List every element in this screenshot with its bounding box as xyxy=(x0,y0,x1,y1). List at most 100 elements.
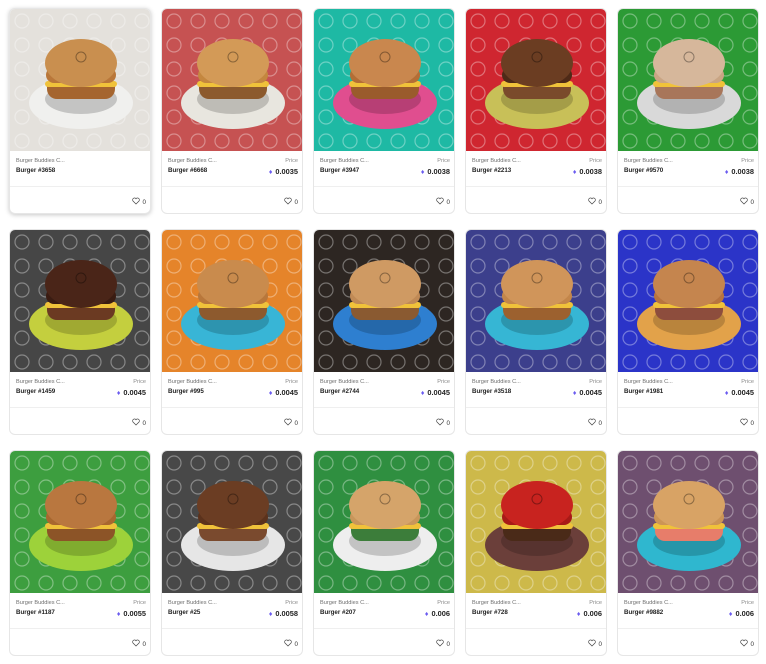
burger-image[interactable] xyxy=(314,230,454,372)
nft-card[interactable]: Burger Buddies C... Burger #1459 Price ♦… xyxy=(9,229,151,435)
price-amount: 0.0045 xyxy=(579,388,602,397)
burger-image[interactable] xyxy=(466,9,606,151)
heart-icon[interactable] xyxy=(283,639,292,649)
heart-icon[interactable] xyxy=(739,418,748,428)
like-count: 0 xyxy=(294,640,298,648)
heart-icon[interactable] xyxy=(131,197,140,207)
like-button[interactable]: 0 xyxy=(283,197,298,207)
price-label: Price xyxy=(133,600,146,606)
burger-image[interactable] xyxy=(162,451,302,593)
like-button[interactable]: 0 xyxy=(283,639,298,649)
nft-card[interactable]: Burger Buddies C... Burger #6668 Price ♦… xyxy=(161,8,303,214)
like-button[interactable]: 0 xyxy=(435,639,450,649)
burger-image[interactable] xyxy=(162,9,302,151)
price-amount: 0.006 xyxy=(431,609,451,618)
burger-image[interactable] xyxy=(10,9,150,151)
nft-card[interactable]: Burger Buddies C... Burger #9570 Price ♦… xyxy=(617,8,759,214)
like-count: 0 xyxy=(750,640,754,648)
heart-icon[interactable] xyxy=(131,418,140,428)
collection-name: Burger Buddies C... xyxy=(472,600,521,606)
card-divider xyxy=(466,628,606,629)
like-button[interactable]: 0 xyxy=(435,418,450,428)
price-amount: 0.0035 xyxy=(275,167,298,176)
heart-icon[interactable] xyxy=(587,418,596,428)
burger-artwork-svg xyxy=(162,230,302,372)
card-divider xyxy=(10,628,150,629)
nft-card[interactable]: Burger Buddies C... Burger #3518 Price ♦… xyxy=(465,229,607,435)
item-name: Burger #3518 xyxy=(472,388,512,395)
card-divider xyxy=(10,407,150,408)
collection-name: Burger Buddies C... xyxy=(16,158,65,164)
like-button[interactable]: 0 xyxy=(435,197,450,207)
item-name: Burger #995 xyxy=(168,388,204,395)
card-meta: Burger Buddies C... Burger #1459 Price ♦… xyxy=(10,372,150,434)
nft-card[interactable]: Burger Buddies C... Burger #3947 Price ♦… xyxy=(313,8,455,214)
heart-icon[interactable] xyxy=(283,418,292,428)
like-button[interactable]: 0 xyxy=(587,639,602,649)
burger-artwork-svg xyxy=(162,9,302,151)
nft-card[interactable]: Burger Buddies C... Burger #728 Price ♦ 0… xyxy=(465,450,607,656)
heart-icon[interactable] xyxy=(587,197,596,207)
price-label: Price xyxy=(589,379,602,385)
heart-icon[interactable] xyxy=(435,197,444,207)
like-button[interactable]: 0 xyxy=(283,418,298,428)
burger-image[interactable] xyxy=(314,9,454,151)
heart-icon[interactable] xyxy=(131,639,140,649)
nft-card[interactable]: Burger Buddies C... Burger #9882 Price ♦… xyxy=(617,450,759,656)
price-amount: 0.006 xyxy=(583,609,603,618)
price-label: Price xyxy=(437,600,450,606)
like-button[interactable]: 0 xyxy=(739,639,754,649)
like-button[interactable]: 0 xyxy=(131,197,146,207)
nft-card[interactable]: Burger Buddies C... Burger #1187 Price ♦… xyxy=(9,450,151,656)
price-value: ♦ 0.0038 xyxy=(573,167,602,176)
heart-icon[interactable] xyxy=(739,639,748,649)
like-button[interactable]: 0 xyxy=(131,418,146,428)
like-button[interactable]: 0 xyxy=(739,197,754,207)
nft-card[interactable]: Burger Buddies C... Burger #2744 Price ♦… xyxy=(313,229,455,435)
heart-icon[interactable] xyxy=(587,639,596,649)
nft-card[interactable]: Burger Buddies C... Burger #3658 0 xyxy=(9,8,151,214)
burger-image[interactable] xyxy=(10,230,150,372)
burger-artwork-svg xyxy=(314,230,454,372)
item-name: Burger #207 xyxy=(320,609,356,616)
eth-icon: ♦ xyxy=(724,390,729,397)
burger-artwork-svg xyxy=(466,451,606,593)
heart-icon[interactable] xyxy=(435,418,444,428)
burger-image[interactable] xyxy=(10,451,150,593)
eth-icon: ♦ xyxy=(268,390,273,397)
burger-image[interactable] xyxy=(466,230,606,372)
like-count: 0 xyxy=(294,198,298,206)
burger-image[interactable] xyxy=(162,230,302,372)
nft-card[interactable]: Burger Buddies C... Burger #1981 Price ♦… xyxy=(617,229,759,435)
nft-card[interactable]: Burger Buddies C... Burger #2213 Price ♦… xyxy=(465,8,607,214)
card-divider xyxy=(162,186,302,187)
card-meta: Burger Buddies C... Burger #9570 Price ♦… xyxy=(618,151,758,213)
burger-image[interactable] xyxy=(618,451,758,593)
price-value: ♦ 0.0045 xyxy=(421,388,450,397)
heart-icon[interactable] xyxy=(283,197,292,207)
nft-card[interactable]: Burger Buddies C... Burger #25 Price ♦ 0.… xyxy=(161,450,303,656)
like-button[interactable]: 0 xyxy=(587,197,602,207)
nft-card[interactable]: Burger Buddies C... Burger #207 Price ♦ 0… xyxy=(313,450,455,656)
price-value: ♦ 0.006 xyxy=(425,609,450,618)
eth-icon: ♦ xyxy=(572,390,577,397)
price-amount: 0.0045 xyxy=(731,388,754,397)
burger-image[interactable] xyxy=(314,451,454,593)
like-button[interactable]: 0 xyxy=(739,418,754,428)
price-amount: 0.0058 xyxy=(275,609,298,618)
card-meta: Burger Buddies C... Burger #2213 Price ♦… xyxy=(466,151,606,213)
nft-card[interactable]: Burger Buddies C... Burger #995 Price ♦ 0… xyxy=(161,229,303,435)
like-count: 0 xyxy=(142,198,146,206)
like-button[interactable]: 0 xyxy=(131,639,146,649)
price-amount: 0.0038 xyxy=(427,167,450,176)
burger-image[interactable] xyxy=(618,230,758,372)
heart-icon[interactable] xyxy=(739,197,748,207)
like-button[interactable]: 0 xyxy=(587,418,602,428)
collection-name: Burger Buddies C... xyxy=(472,379,521,385)
eth-icon: ♦ xyxy=(724,169,729,176)
like-count: 0 xyxy=(446,419,450,427)
collection-name: Burger Buddies C... xyxy=(624,600,673,606)
heart-icon[interactable] xyxy=(435,639,444,649)
burger-image[interactable] xyxy=(618,9,758,151)
burger-image[interactable] xyxy=(466,451,606,593)
